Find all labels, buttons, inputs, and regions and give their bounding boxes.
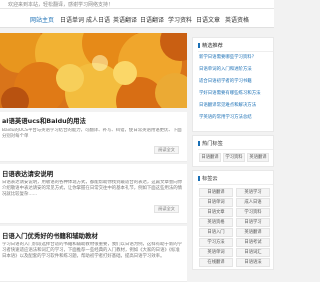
flowers-image — [0, 33, 187, 108]
hero-banner[interactable] — [0, 33, 187, 108]
recommend-title: 精选推荐 — [198, 42, 223, 49]
divider — [198, 184, 273, 185]
tag-chip[interactable]: 在线翻译 — [199, 258, 233, 267]
nav-item-english-qualification[interactable]: 英语资格 — [225, 15, 249, 24]
tag-chip[interactable]: 日语词汇 — [236, 248, 270, 257]
tag-chip[interactable]: 英语翻译 — [247, 153, 269, 162]
main-nav: 网站主页 日语单词 成人日语 英语翻译 日语翻译 学习资料 日语文章 英语资格 — [0, 9, 274, 28]
article-card[interactable]: 日语表达请安说明 日语表达请安说明，用敬语的各种体现方式，都能帮助你找到最适合的… — [0, 164, 187, 224]
tag-chip[interactable]: 日语考试 — [236, 238, 270, 247]
tag-chip[interactable]: 英语翻译 — [236, 228, 270, 237]
read-more-button[interactable]: 阅读全文 — [154, 205, 179, 213]
hot-tags-panel: 热门标签 日语翻译 学习资料 英语翻译 — [192, 135, 274, 167]
recommend-link[interactable]: 日语单词的入门和进阶方法 — [199, 66, 273, 72]
tag-chip[interactable]: 英语资格 — [199, 218, 233, 227]
article-excerpt: 学习日语的入门阶段选择合适的书籍和辅助教材很重要，我们以日语为例，这样有助于新的… — [2, 242, 183, 259]
article-title[interactable]: ai语英语ucs和Baidu的用法 — [2, 116, 185, 125]
recommend-link[interactable]: 新学日语需要哪些学习资料？ — [199, 54, 273, 60]
recommend-link[interactable]: 适合日语初学者的学习书籍 — [199, 78, 273, 84]
tag-chip[interactable]: 英语学习 — [236, 188, 270, 197]
tag-cloud-title: 标签云 — [198, 175, 218, 182]
article-card[interactable]: 日语入门优秀好的书籍和辅助教材 学习日语的入门阶段选择合适的书籍和辅助教材很重要… — [0, 226, 187, 282]
tag-chip[interactable]: 学习资料 — [236, 208, 270, 217]
nav-item-english-translation[interactable]: 英语翻译 — [113, 15, 137, 24]
tag-chip[interactable]: 学习方法 — [199, 238, 233, 247]
divider — [198, 51, 273, 52]
nav-item-adult-japanese[interactable]: 成人日语 — [86, 15, 110, 24]
tag-chip[interactable]: 日语翻译 — [199, 153, 221, 162]
article-card[interactable]: ai语英语ucs和Baidu的用法 Baidu的UCS平台与英语学习结合的能力，… — [0, 112, 187, 162]
tag-chip[interactable]: 英语单词 — [199, 248, 233, 257]
tag-chip[interactable]: 日语语法 — [236, 258, 270, 267]
nav-item-japanese-words[interactable]: 日语单词 — [60, 15, 84, 24]
tag-chip[interactable]: 日语文章 — [199, 208, 233, 217]
recommend-panel: 精选推荐 新学日语需要哪些学习资料？ 日语单词的入门和进阶方法 适合日语初学者的… — [192, 37, 274, 132]
tag-chip[interactable]: 日语入门 — [199, 228, 233, 237]
nav-item-study-materials[interactable]: 学习资料 — [168, 15, 192, 24]
recommend-link[interactable]: 学英语的常用学习方法总结 — [199, 114, 273, 120]
tag-chip[interactable]: 日语学习 — [236, 218, 270, 227]
article-excerpt: 日语表达请安说明，用敬语的各种体现方式，都能帮助你找到最适合的表达，这篇文章会向… — [2, 180, 183, 197]
tag-chip[interactable]: 学习资料 — [223, 153, 245, 162]
recommend-link[interactable]: 学好日语需要有哪些练习和方法 — [199, 90, 273, 96]
nav-item-japanese-articles[interactable]: 日语文章 — [196, 15, 220, 24]
tag-cloud-panel: 标签云 日语翻译 英语学习 日语单词 成人日语 日语文章 学习资料 英语资格 日… — [192, 170, 274, 270]
tag-chip[interactable]: 日语翻译 — [199, 188, 233, 197]
hot-tags-title: 热门标签 — [198, 140, 223, 147]
tag-chip[interactable]: 成人日语 — [236, 198, 270, 207]
article-excerpt: Baidu的UCS平台与英语学习结合的能力，可翻译、补写、纠错，使日常英语用语更… — [2, 128, 182, 139]
recommend-link[interactable]: 日语翻译常见难点和解决方法 — [199, 102, 273, 108]
article-title[interactable]: 日语入门优秀好的书籍和辅助教材 — [2, 231, 185, 240]
read-more-button[interactable]: 阅读全文 — [154, 146, 179, 154]
article-title[interactable]: 日语表达请安说明 — [2, 169, 185, 178]
top-bar: 欢迎来到本站，轻松翻译，感谢学习网络支持！ — [0, 0, 274, 9]
nav-item-japanese-translation[interactable]: 日语翻译 — [140, 15, 164, 24]
welcome-message: 欢迎来到本站，轻松翻译，感谢学习网络支持！ — [8, 2, 114, 8]
divider — [198, 149, 273, 150]
nav-item-home[interactable]: 网站主页 — [30, 15, 54, 24]
tag-chip[interactable]: 日语单词 — [199, 198, 233, 207]
